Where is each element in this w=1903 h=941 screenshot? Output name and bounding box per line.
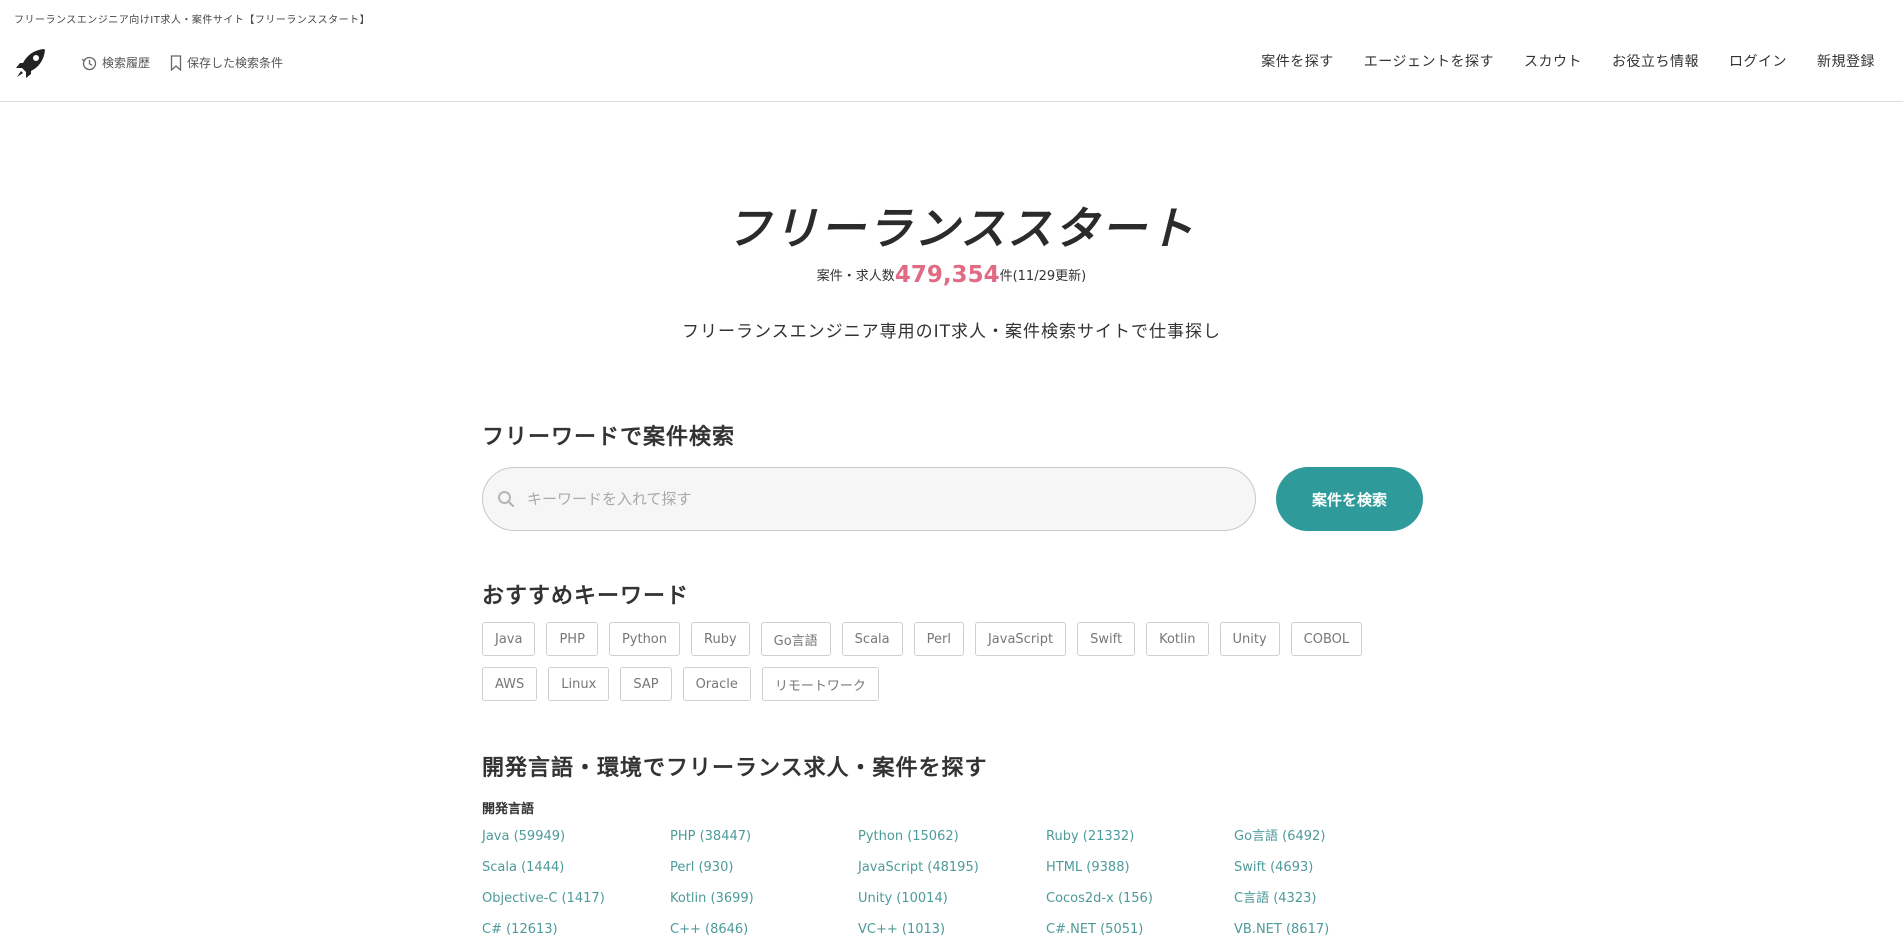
language-link-grid: Java (59949) PHP (38447) Python (15062) … <box>482 828 1422 939</box>
language-link[interactable]: Java (59949) <box>482 828 670 846</box>
language-link[interactable]: Cocos2d-x (156) <box>1046 890 1234 908</box>
keyword-tag[interactable]: Ruby <box>691 622 750 656</box>
keyword-tag[interactable]: PHP <box>546 622 598 656</box>
keyword-tag[interactable]: Linux <box>548 667 610 701</box>
languages-heading: 開発言語・環境でフリーランス求人・案件を探す <box>482 756 988 781</box>
language-link[interactable]: C#.NET (5051) <box>1046 921 1234 939</box>
language-link[interactable]: HTML (9388) <box>1046 859 1234 877</box>
language-link[interactable]: Perl (930) <box>670 859 858 877</box>
language-link[interactable]: C言語 (4323) <box>1234 890 1422 908</box>
keyword-tag[interactable]: Python <box>608 622 680 656</box>
search-heading: フリーワードで案件検索 <box>482 425 736 450</box>
count-prefix: 案件・求人数 <box>816 269 895 284</box>
keyword-tag[interactable]: リモートワーク <box>761 667 879 701</box>
bookmark-icon <box>170 54 182 71</box>
nav-useful-info[interactable]: お役立ち情報 <box>1612 51 1699 71</box>
job-count-line: 案件・求人数479,354件(11/29更新) <box>0 262 1903 288</box>
count-suffix: 件(11/29更新) <box>999 269 1087 284</box>
keyword-tag[interactable]: Scala <box>841 622 903 656</box>
language-link[interactable]: Go言語 (6492) <box>1234 828 1422 846</box>
main-nav: 案件を探す エージェントを探す スカウト お役立ち情報 ログイン 新規登録 <box>1261 51 1875 71</box>
search-button[interactable]: 案件を検索 <box>1276 467 1423 531</box>
hero-brand-name: フリーランススタート <box>726 201 1196 255</box>
language-link[interactable]: Swift (4693) <box>1234 859 1422 877</box>
nav-scout[interactable]: スカウト <box>1524 51 1582 71</box>
keywords-heading: おすすめキーワード <box>482 584 690 609</box>
nav-login[interactable]: ログイン <box>1729 51 1787 71</box>
keyword-tag[interactable]: Swift <box>1077 622 1136 656</box>
nav-find-jobs[interactable]: 案件を探す <box>1261 51 1334 71</box>
language-link[interactable]: Python (15062) <box>858 828 1046 846</box>
keyword-tag[interactable]: Java <box>482 622 536 656</box>
language-link[interactable]: Objective-C (1417) <box>482 890 670 908</box>
saved-search-label: 保存した検索条件 <box>187 56 284 70</box>
keyword-tag[interactable]: SAP <box>620 667 672 701</box>
nav-find-agents[interactable]: エージェントを探す <box>1364 51 1494 71</box>
keyword-tag[interactable]: Go言語 <box>760 622 831 656</box>
history-icon <box>81 56 97 70</box>
saved-search-link[interactable]: 保存した検索条件 <box>170 54 283 71</box>
search-history-link[interactable]: 検索履歴 <box>81 54 150 71</box>
keyword-tag[interactable]: COBOL <box>1290 622 1363 656</box>
language-link[interactable]: Unity (10014) <box>858 890 1046 908</box>
keyword-tag[interactable]: Oracle <box>682 667 751 701</box>
search-box <box>482 467 1256 531</box>
page: フリーランスエンジニア向けIT求人・案件サイト【フリーランススタート】 検索履歴… <box>0 0 1903 941</box>
search-history-label: 検索履歴 <box>102 56 151 70</box>
keyword-tag[interactable]: JavaScript <box>974 622 1067 656</box>
hero-logo: フリーランススタート <box>720 196 1193 255</box>
language-link[interactable]: C# (12613) <box>482 921 670 939</box>
search-input[interactable] <box>527 490 1227 508</box>
language-link[interactable]: Ruby (21332) <box>1046 828 1234 846</box>
keyword-list: Java PHP Python Ruby Go言語 Scala Perl Jav… <box>482 622 1422 701</box>
keyword-tag[interactable]: Unity <box>1219 622 1280 656</box>
hero-tagline: フリーランスエンジニア専用のIT求人・案件検索サイトで仕事探し <box>681 322 1222 342</box>
page-caption: フリーランスエンジニア向けIT求人・案件サイト【フリーランススタート】 <box>14 15 371 26</box>
job-count: 479,354 <box>894 262 1000 288</box>
language-link[interactable]: VB.NET (8617) <box>1234 921 1422 939</box>
nav-signup[interactable]: 新規登録 <box>1817 51 1875 71</box>
language-link[interactable]: JavaScript (48195) <box>858 859 1046 877</box>
rocket-logo-icon[interactable] <box>14 46 48 80</box>
keyword-tag[interactable]: Perl <box>913 622 964 656</box>
keyword-tag[interactable]: AWS <box>482 667 538 701</box>
language-link[interactable]: VC++ (1013) <box>858 921 1046 939</box>
language-link[interactable]: PHP (38447) <box>670 828 858 846</box>
languages-subheading: 開発言語 <box>482 802 535 817</box>
language-link[interactable]: Scala (1444) <box>482 859 670 877</box>
site-header: フリーランスエンジニア向けIT求人・案件サイト【フリーランススタート】 検索履歴… <box>0 0 1903 102</box>
keyword-tag[interactable]: Kotlin <box>1146 622 1209 656</box>
search-icon <box>498 491 515 508</box>
language-link[interactable]: C++ (8646) <box>670 921 858 939</box>
language-link[interactable]: Kotlin (3699) <box>670 890 858 908</box>
